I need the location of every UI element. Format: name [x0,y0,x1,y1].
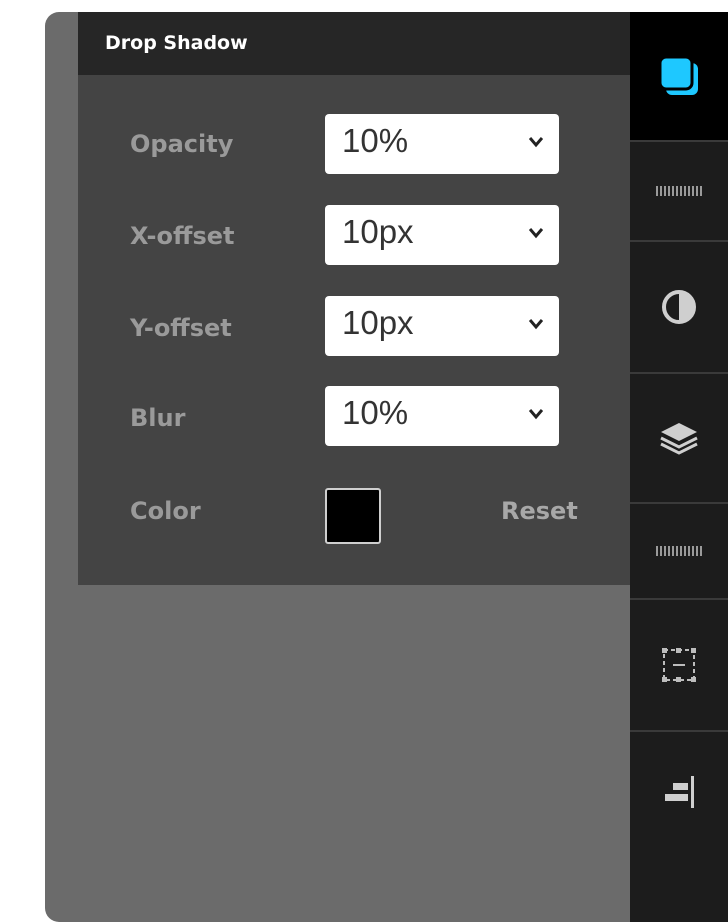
blur-value: 10% [342,394,409,431]
chevron-down-icon [529,409,543,420]
toolbar-item-align[interactable] [630,732,728,852]
chevron-down-icon [529,137,543,148]
align-right-icon [665,776,694,808]
y-offset-value: 10px [342,304,414,341]
reset-button[interactable]: Reset [501,497,578,525]
layers-icon [660,423,698,455]
chevron-down-icon [529,228,543,239]
opacity-value: 10% [342,122,409,159]
color-label: Color [130,497,201,525]
contrast-icon [662,290,696,324]
opacity-label: Opacity [130,130,234,158]
x-offset-value: 10px [342,213,414,250]
panel-title: Drop Shadow [78,12,631,75]
y-offset-select[interactable]: 10px [325,296,559,356]
selection-box-icon [662,648,696,682]
x-offset-select[interactable]: 10px [325,205,559,265]
color-swatch[interactable] [325,488,381,544]
toolbar-item-ruler-top[interactable] [630,142,728,242]
ruler-tick-icon [656,186,702,196]
opacity-select[interactable]: 10% [325,114,559,174]
app-window: Drop Shadow Opacity 10% X-offset 10px Y-… [45,12,728,922]
ruler-tick-icon [656,546,702,556]
y-offset-label: Y-offset [130,314,232,342]
toolbar-item-layers[interactable] [630,374,728,504]
x-offset-label: X-offset [130,222,235,250]
drop-shadow-panel: Drop Shadow Opacity 10% X-offset 10px Y-… [78,12,631,585]
chevron-down-icon [529,319,543,330]
toolbar-item-ruler-bottom[interactable] [630,504,728,600]
toolbar-item-drop-shadow[interactable] [630,12,728,142]
right-toolbar [630,12,728,922]
drop-shadow-icon [658,55,698,95]
blur-select[interactable]: 10% [325,386,559,446]
toolbar-item-selection[interactable] [630,600,728,732]
toolbar-item-contrast[interactable] [630,242,728,374]
blur-label: Blur [130,404,186,432]
